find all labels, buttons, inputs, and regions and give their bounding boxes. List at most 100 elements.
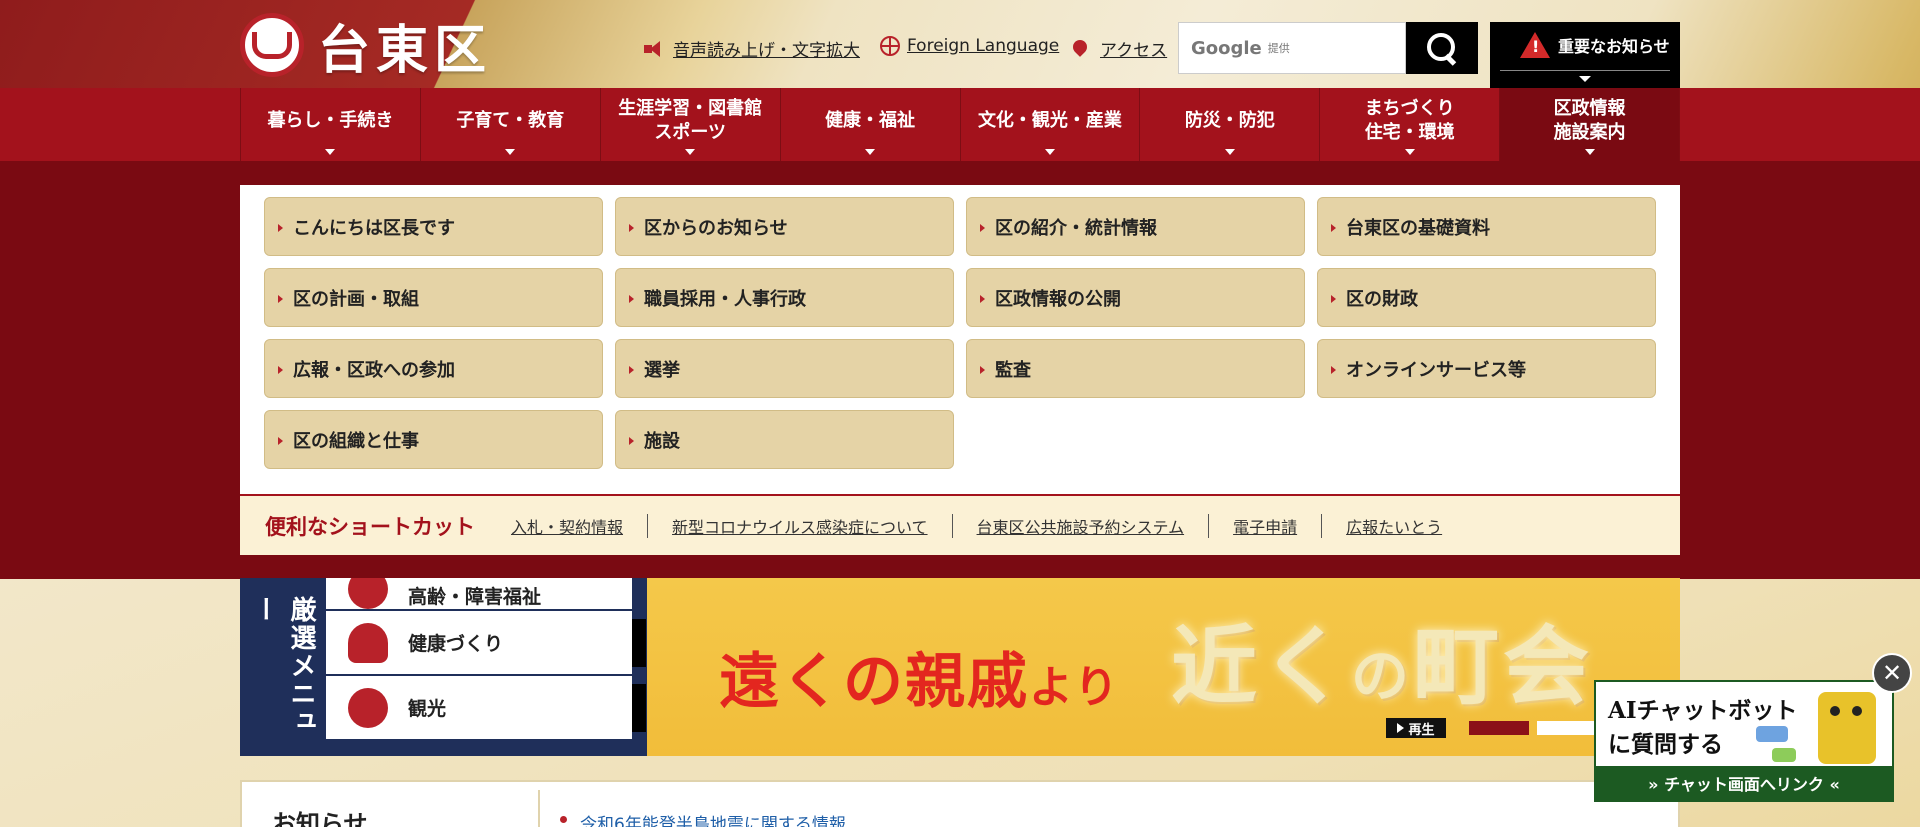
- mega-menu: こんにちは区長です 区からのお知らせ 区の紹介・統計情報 台東区の基礎資料 区の…: [240, 185, 1680, 555]
- chevron-down-icon: [1224, 149, 1235, 155]
- mega-menu-grid: こんにちは区長です 区からのお知らせ 区の紹介・統計情報 台東区の基礎資料 区の…: [264, 197, 1656, 469]
- chevron-down-icon: [325, 149, 336, 155]
- nav-item-label: 防災・防犯: [1184, 109, 1275, 131]
- chat-bubble-icon: [1772, 748, 1796, 762]
- selected-menu-list: 高齢・障害福祉 健康づくり 観光: [326, 578, 646, 741]
- nav-item-childcare[interactable]: 子育て・教育: [421, 88, 601, 161]
- selected-menu-title-text: 厳選メニュー: [249, 596, 316, 736]
- chevron-down-icon: [685, 149, 696, 155]
- chatbot-widget[interactable]: AIチャットボット に質問する » チャット画面へリンク «: [1594, 680, 1894, 802]
- google-brand: Google: [1191, 37, 1262, 59]
- menu-link[interactable]: 区政情報の公開: [966, 268, 1305, 327]
- menu-link[interactable]: 区の財政: [1317, 268, 1656, 327]
- important-notice-label: 重要なお知らせ: [1558, 37, 1670, 56]
- foreign-language-label: Foreign Language: [907, 36, 1060, 56]
- shortcut-link[interactable]: 広報たいとう: [1321, 513, 1466, 538]
- shortcut-link[interactable]: 入札・契約情報: [511, 514, 647, 538]
- chatbot-link[interactable]: » チャット画面へリンク «: [1596, 766, 1892, 800]
- foreign-language-link[interactable]: Foreign Language: [880, 36, 1059, 56]
- news-link[interactable]: 令和6年能登半島地震に関する情報: [560, 810, 846, 827]
- voice-zoom-link[interactable]: 音声読み上げ・文字拡大: [644, 36, 860, 61]
- nav-item-label: 健康・福祉: [825, 109, 916, 131]
- carousel-dot[interactable]: [1537, 721, 1597, 735]
- play-button[interactable]: 再生: [1386, 718, 1446, 738]
- tourist-icon: [348, 687, 388, 728]
- chevron-down-icon: [1404, 149, 1415, 155]
- shortcut-link[interactable]: 台東区公共施設予約システム: [951, 513, 1209, 538]
- crest-icon: [240, 13, 304, 77]
- speaker-icon: [644, 40, 666, 57]
- menu-link[interactable]: こんにちは区長です: [264, 197, 603, 256]
- chevron-down-icon: [1044, 149, 1055, 155]
- access-link[interactable]: アクセス: [1070, 36, 1168, 61]
- nav-item-learning[interactable]: 生涯学習・図書館 スポーツ: [601, 88, 781, 161]
- search-button[interactable]: [1406, 22, 1478, 74]
- nav-item-health[interactable]: 健康・福祉: [781, 88, 961, 161]
- nav-item-administration[interactable]: 区政情報 施設案内: [1500, 88, 1680, 161]
- banner-main-small: より: [1029, 662, 1121, 713]
- banner-sub: 近く: [1171, 616, 1351, 717]
- access-label: アクセス: [1100, 41, 1168, 61]
- shortcut-bar: 便利なショートカット 入札・契約情報 新型コロナウイルス感染症について 台東区公…: [240, 494, 1680, 555]
- map-pin-icon: [1070, 36, 1090, 57]
- menu-link[interactable]: 監査: [966, 339, 1305, 398]
- menu-link[interactable]: 区の計画・取組: [264, 268, 603, 327]
- nav-item-label: 暮らし・手続き: [267, 109, 394, 131]
- nav-item-town[interactable]: まちづくり 住宅・環境: [1320, 88, 1501, 161]
- site-logo[interactable]: 台東区: [240, 10, 493, 81]
- chevron-down-icon: [505, 149, 516, 155]
- dumbbell-heart-icon: [348, 622, 388, 663]
- nav-item-label: まちづくり 住宅・環境: [1364, 97, 1455, 143]
- carousel-indicators: [1469, 721, 1597, 735]
- chevron-down-icon: [1584, 149, 1595, 155]
- banner-main-text: 遠くの親戚より: [719, 633, 1120, 720]
- banner-sub-end: 町会: [1413, 616, 1594, 717]
- notice-divider: [1500, 70, 1670, 71]
- search-icon: [1425, 31, 1459, 65]
- close-icon[interactable]: ✕: [1872, 653, 1912, 693]
- menu-link[interactable]: オンラインサービス等: [1317, 339, 1656, 398]
- shortcut-link[interactable]: 新型コロナウイルス感染症について: [647, 513, 952, 538]
- menu-link[interactable]: 広報・区政への参加: [264, 339, 603, 398]
- selected-menu-title: 厳選メニュー: [240, 578, 326, 756]
- selected-menu-panel: 厳選メニュー 高齢・障害福祉 健康づくり 観光: [240, 578, 647, 756]
- elderly-icon: [348, 578, 388, 609]
- nav-item-label: 子育て・教育: [456, 109, 565, 131]
- menu-link[interactable]: 施設: [615, 410, 954, 469]
- logo-text: 台東区: [318, 19, 493, 81]
- news-divider: [538, 790, 540, 827]
- important-notice-button[interactable]: 重要なお知らせ: [1490, 22, 1680, 88]
- nav-item-living[interactable]: 暮らし・手続き: [240, 88, 421, 161]
- shortcut-title: 便利なショートカット: [265, 513, 475, 539]
- menu-link[interactable]: 区からのお知らせ: [615, 197, 954, 256]
- nav-item-label: 文化・観光・産業: [977, 109, 1122, 131]
- globe-icon: [880, 36, 900, 56]
- selected-menu-label: 高齢・障害福祉: [408, 586, 542, 608]
- banner-carousel[interactable]: 遠くの親戚より 近くの町会 再生: [647, 578, 1680, 756]
- news-section: お知らせ 令和6年能登半島地震に関する情報: [240, 780, 1680, 827]
- menu-link[interactable]: 職員採用・人事行政: [615, 268, 954, 327]
- selected-menu-label: 健康づくり: [408, 633, 504, 655]
- banner-sub-small: の: [1351, 642, 1414, 710]
- news-heading: お知らせ: [272, 810, 368, 827]
- menu-link[interactable]: 区の紹介・統計情報: [966, 197, 1305, 256]
- nav-item-culture[interactable]: 文化・観光・産業: [961, 88, 1141, 161]
- carousel-dot[interactable]: [1469, 721, 1529, 735]
- chevron-down-icon: [1579, 76, 1591, 82]
- selected-menu-item-health[interactable]: 健康づくり: [326, 611, 646, 676]
- play-label: 再生: [1408, 722, 1435, 738]
- menu-link[interactable]: 区の組織と仕事: [264, 410, 603, 469]
- selected-menu-item-welfare[interactable]: 高齢・障害福祉: [326, 578, 632, 611]
- menu-link[interactable]: 選挙: [615, 339, 954, 398]
- menu-link[interactable]: 台東区の基礎資料: [1317, 197, 1656, 256]
- chevron-down-icon: [865, 149, 876, 155]
- nav-item-safety[interactable]: 防災・防犯: [1140, 88, 1321, 161]
- banner-sub-text: 近くの町会: [1171, 596, 1593, 721]
- selected-menu-item-tourism[interactable]: 観光: [326, 676, 646, 741]
- search-input[interactable]: Google 提供: [1178, 22, 1406, 74]
- voice-zoom-label: 音声読み上げ・文字拡大: [673, 41, 860, 61]
- google-provided: 提供: [1267, 42, 1290, 55]
- banner-main: 遠くの親戚: [719, 647, 1029, 717]
- chat-bubble-icon: [1756, 726, 1788, 742]
- shortcut-link[interactable]: 電子申請: [1208, 513, 1321, 538]
